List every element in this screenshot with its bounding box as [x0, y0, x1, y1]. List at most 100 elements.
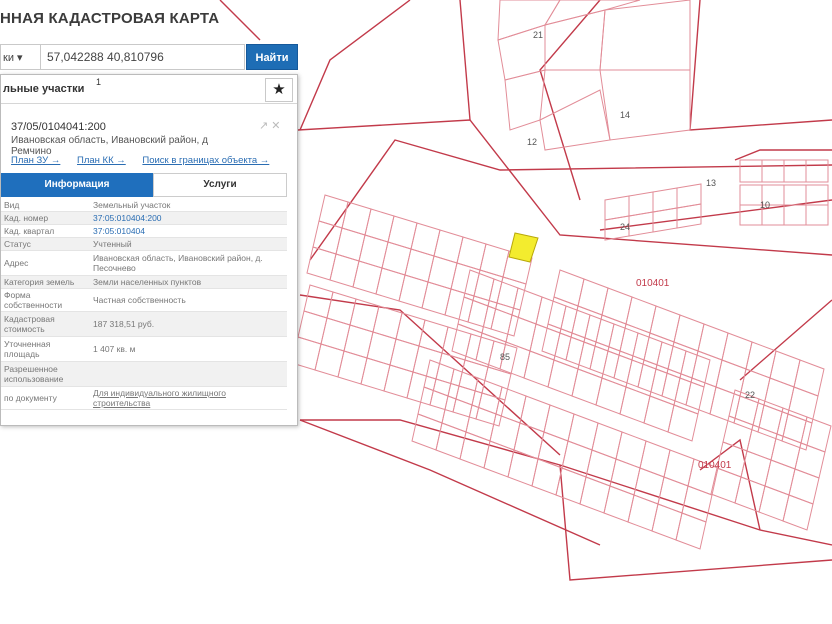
attr-value: Земли населенных пунктов [90, 275, 287, 289]
boundary-line [734, 149, 832, 161]
tab-services[interactable]: Услуги [153, 173, 287, 197]
parcel-number-label: 10 [760, 200, 770, 210]
parcel [676, 203, 702, 229]
boundary-line [297, 119, 832, 256]
attr-value[interactable]: 37:05:010404 [90, 224, 287, 238]
parcel [681, 485, 713, 523]
boundary-line [219, 0, 261, 41]
object-cadastral-number: 37/05/0104041:200 [11, 121, 106, 133]
parcel [490, 302, 521, 337]
parcel [739, 159, 763, 183]
attr-key: Категория земель [1, 275, 90, 289]
parcel-boundary [543, 0, 641, 26]
attr-value: Ивановская область, Ивановский район, д.… [90, 250, 287, 276]
parcel-number-label: 21 [533, 30, 543, 40]
boundary-line [739, 299, 832, 381]
layer-header: льные участки 1 ★ [1, 75, 297, 104]
parcel-number-label: 85 [500, 352, 510, 362]
parcel-number-label: 22 [745, 390, 755, 400]
attr-key: Вид [1, 199, 90, 212]
parcel [794, 442, 826, 479]
parcel [679, 350, 711, 388]
boundary-line [459, 0, 471, 121]
parcel [475, 392, 506, 427]
attr-value[interactable]: 37:05:010404:200 [90, 211, 287, 225]
parcel [739, 184, 763, 206]
plan-zu-link[interactable]: План ЗУ → [11, 155, 60, 166]
parcel [739, 204, 763, 226]
boundary-line [689, 0, 832, 131]
plan-kk-link[interactable]: План КК → [77, 155, 126, 166]
attr-key: Кадастровая стоимость [1, 311, 90, 337]
parcel [783, 204, 807, 226]
parcel-number-label: 12 [527, 137, 537, 147]
cadastral-quarter-label: 010401 [636, 278, 670, 289]
attr-key: по документу [1, 386, 90, 410]
attr-key: Разрешенное использование [1, 361, 90, 387]
info-panel: льные участки 1 ★ 37/05/0104041:200 Иван… [0, 74, 298, 426]
boundary-line [299, 419, 601, 546]
attr-row: Кад. номер 37:05:010404:200 [1, 211, 287, 225]
attr-row: Адрес Ивановская область, Ивановский райо… [1, 250, 287, 276]
parcel [783, 159, 807, 183]
attr-row: Категория земель Земли населенных пунктов [1, 275, 287, 289]
attr-row: Кадастровая стоимость 187 318,51 руб. [1, 311, 287, 337]
parcel-boundary [599, 0, 691, 71]
boundary-line [299, 294, 561, 456]
attr-key: Статус [1, 237, 90, 251]
boundary-line [699, 438, 761, 531]
layer-count: 1 [96, 77, 102, 87]
parcel-number-label: 14 [620, 110, 630, 120]
attr-value: Земельный участок [90, 199, 287, 212]
boundary-line [539, 0, 601, 201]
panel-tabs: Информация Услуги [1, 173, 287, 197]
attr-row: по документу Для индивидуального жилищног… [1, 386, 287, 410]
tab-information[interactable]: Информация [1, 173, 153, 197]
parcel-boundary [504, 69, 546, 131]
parcel [781, 413, 813, 451]
search-bar: ки ▾ Найти [0, 44, 298, 70]
parcel [788, 468, 820, 505]
parcel [675, 512, 707, 550]
attr-key: Адрес [1, 250, 90, 276]
attr-key: Кад. квартал [1, 224, 90, 238]
parcel [782, 494, 814, 531]
parcel [673, 377, 705, 415]
parcel-boundary [544, 9, 606, 71]
cadastral-quarter-label: 010401 [698, 460, 732, 471]
attr-key: Кад. номер [1, 211, 90, 225]
boundary-line [299, 0, 411, 131]
parcel [805, 204, 829, 226]
attr-value: 187 318,51 руб. [90, 311, 287, 337]
search-within-object-link[interactable]: Поиск в границах объекта → [142, 155, 269, 166]
search-input[interactable] [40, 44, 245, 70]
search-type-select[interactable]: ки ▾ [0, 44, 40, 70]
layer-title[interactable]: льные участки [3, 83, 84, 95]
parcel [800, 416, 832, 453]
parcel [787, 386, 819, 424]
attr-row: Статус Учтенный [1, 237, 287, 251]
attr-row: Кад. квартал 37:05:010404 [1, 224, 287, 238]
parcel-boundary [599, 69, 691, 141]
parcel [783, 184, 807, 206]
parcel [761, 159, 785, 183]
attr-row: Разрешенное использование [1, 361, 287, 387]
parcel [805, 159, 829, 183]
attr-row: Уточненная площадь 1 407 кв. м [1, 336, 287, 362]
attr-row: Вид Земельный участок [1, 199, 287, 212]
parcel [793, 359, 825, 397]
app-title: ННАЯ КАДАСТРОВАЯ КАРТА [0, 10, 220, 27]
attr-row: Форма собственности Частная собственность [1, 288, 287, 312]
parcel-number-label: 24 [620, 222, 630, 232]
object-address: Ивановская область, Ивановский район, д … [11, 135, 208, 157]
favorite-star-icon[interactable]: ★ [265, 78, 293, 102]
parcel-number-label: 13 [706, 178, 716, 188]
attr-value: Частная собственность [90, 288, 287, 312]
expand-close-icon[interactable]: ↗ ✕ [259, 119, 281, 132]
attr-key: Уточненная площадь [1, 336, 90, 362]
attr-value: Для индивидуального жилищного строительс… [90, 386, 287, 410]
parcel-boundary [539, 89, 611, 151]
attributes-table: Вид Земельный участок Кад. номер 37:05:010… [1, 199, 287, 410]
object-links: План ЗУ → План КК → Поиск в границах объ… [11, 155, 296, 166]
search-button[interactable]: Найти [246, 44, 298, 70]
